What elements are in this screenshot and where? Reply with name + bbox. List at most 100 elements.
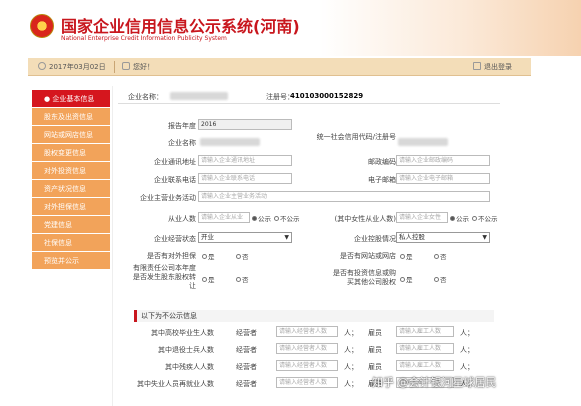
logout-label: 退出登录 (484, 63, 512, 71)
sidebar-item-social-security[interactable]: 社保信息 (32, 234, 110, 252)
sidebar-item-assets[interactable]: 资产状况信息 (32, 180, 110, 198)
site-header: 国家企业信用信息公示系统(河南) National Enterprise Cre… (0, 0, 581, 56)
radio-dot (450, 216, 455, 221)
company-name-label: 企业名称： (128, 93, 163, 101)
company-header-row: 企业名称： 注册号： 410103000152829 (118, 88, 500, 104)
radio-label: 不公示 (280, 215, 300, 223)
operator-input[interactable]: 请输入经营者人数 (276, 326, 338, 337)
email-input[interactable]: 请输入企业电子邮箱 (396, 173, 490, 184)
phone-label: 企业联系电话 (154, 176, 196, 184)
guarantee-label: 是否有对外担保 (147, 252, 196, 260)
veterans-label: 其中退役士兵人数 (158, 346, 214, 354)
operator-label: 经营者 (236, 329, 257, 337)
transfer-yes-radio[interactable]: 是 (202, 274, 215, 284)
female-not-public-radio[interactable]: 不公示 (472, 213, 498, 223)
sidebar-item-equity-change[interactable]: 股权变更信息 (32, 144, 110, 162)
sidebar-item-shareholders[interactable]: 股东及出资信息 (32, 108, 110, 126)
employee-label: 雇员 (368, 346, 382, 354)
name-label: 企业名称 (168, 139, 196, 147)
greeting: 您好！ (122, 62, 154, 72)
radio-label: 公示 (456, 215, 469, 223)
guarantee-yes-radio[interactable]: 是 (202, 251, 215, 261)
radio-dot (434, 254, 439, 259)
employees-public-radio[interactable]: 公示 (252, 213, 271, 223)
email-label: 电子邮箱 (368, 176, 396, 184)
status-select[interactable]: 开业 ▼ (198, 232, 292, 243)
radio-dot (202, 254, 207, 259)
employees-input[interactable]: 请输入企业从业 (198, 212, 250, 223)
sidebar-item-investment[interactable]: 对外投资信息 (32, 162, 110, 180)
operator-input[interactable]: 请输入经营者人数 (276, 360, 338, 371)
main-form: 企业名称： 注册号： 410103000152829 报告年度 2016 企业名… (118, 88, 500, 406)
operator-label: 经营者 (236, 346, 257, 354)
non-public-heading: 以下为不公示信息 (134, 310, 494, 322)
sidebar-item-websites[interactable]: 网站或网店信息 (32, 126, 110, 144)
radio-dot (472, 216, 477, 221)
business-label: 企业主营业务活动 (140, 194, 196, 202)
unit-label: 人； (460, 329, 474, 337)
radio-dot (236, 254, 241, 259)
reemployed-label: 其中失业人员再就业人数 (137, 380, 214, 388)
sidebar-item-party[interactable]: 党建信息 (32, 216, 110, 234)
holding-value: 私人控股 (399, 233, 425, 241)
radio-label: 否 (440, 253, 447, 261)
employee-input[interactable]: 请输入雇工人数 (396, 360, 454, 371)
transfer-no-radio[interactable]: 否 (236, 274, 249, 284)
female-public-radio[interactable]: 公示 (450, 213, 469, 223)
radio-label: 是 (406, 276, 413, 284)
phone-input[interactable]: 请输入企业联系电话 (198, 173, 292, 184)
employee-input[interactable]: 请输入雇工人数 (396, 326, 454, 337)
radio-label: 不公示 (478, 215, 498, 223)
sidebar-item-label: 企业基本信息 (52, 95, 95, 103)
operator-input[interactable]: 请输入经营者人数 (276, 377, 338, 388)
national-emblem-icon (30, 14, 54, 38)
sidebar-item-basic-info[interactable]: ● 企业基本信息 (32, 90, 110, 108)
redacted-company-name (200, 138, 260, 146)
radio-label: 否 (242, 276, 249, 284)
employee-label: 雇员 (368, 363, 382, 371)
business-input[interactable]: 请输入企业主营业务活动 (198, 191, 490, 202)
employees-not-public-radio[interactable]: 不公示 (274, 213, 300, 223)
radio-dot (274, 216, 279, 221)
user-icon (122, 62, 130, 70)
separator (114, 61, 115, 73)
invest-label: 是否有投资信息或购买其他公司股权 (333, 269, 396, 286)
website-no-radio[interactable]: 否 (434, 251, 447, 261)
postcode-input[interactable]: 请输入企业邮政编码 (396, 155, 490, 166)
radio-dot (236, 277, 241, 282)
website-yes-radio[interactable]: 是 (400, 251, 413, 261)
radio-label: 是 (208, 253, 215, 261)
top-bar: 2017年03月02日 您好！ 退出登录 (28, 58, 531, 76)
sidebar-item-preview[interactable]: 预览并公示 (32, 252, 110, 270)
radio-label: 否 (440, 276, 447, 284)
employee-input[interactable]: 请输入雇工人数 (396, 343, 454, 354)
transfer-label: 有限责任公司本年度是否发生股东股权转让 (133, 264, 196, 290)
operator-label: 经营者 (236, 363, 257, 371)
address-input[interactable]: 请输入企业通讯地址 (198, 155, 292, 166)
operator-label: 经营者 (236, 380, 257, 388)
redacted-name (170, 92, 228, 100)
logout-icon (473, 62, 481, 70)
graduates-label: 其中高校毕业生人数 (151, 329, 214, 337)
chevron-down-icon: ▼ (284, 234, 289, 241)
unit-label: 人； (344, 380, 358, 388)
female-employees-label: (其中女性从业人数) (334, 215, 396, 223)
year-field: 2016 (198, 119, 292, 130)
postcode-label: 邮政编码 (368, 158, 396, 166)
operator-input[interactable]: 请输入经营者人数 (276, 343, 338, 354)
radio-label: 否 (242, 253, 249, 261)
website-label: 是否有网站或网店 (340, 252, 396, 260)
logout-button[interactable]: 退出登录 (473, 62, 512, 72)
unit-label: 人； (344, 329, 358, 337)
female-employees-input[interactable]: 请输入企业女性 (396, 212, 448, 223)
address-label: 企业通讯地址 (154, 158, 196, 166)
radio-label: 是 (208, 276, 215, 284)
divider (112, 86, 113, 406)
holding-select[interactable]: 私人控股 ▼ (396, 232, 490, 243)
invest-no-radio[interactable]: 否 (434, 274, 447, 284)
watermark: 知乎 @会计银河星球居民 (372, 376, 497, 389)
sidebar-item-guarantee[interactable]: 对外担保信息 (32, 198, 110, 216)
invest-yes-radio[interactable]: 是 (400, 274, 413, 284)
guarantee-no-radio[interactable]: 否 (236, 251, 249, 261)
reg-number-value: 410103000152829 (290, 92, 364, 100)
